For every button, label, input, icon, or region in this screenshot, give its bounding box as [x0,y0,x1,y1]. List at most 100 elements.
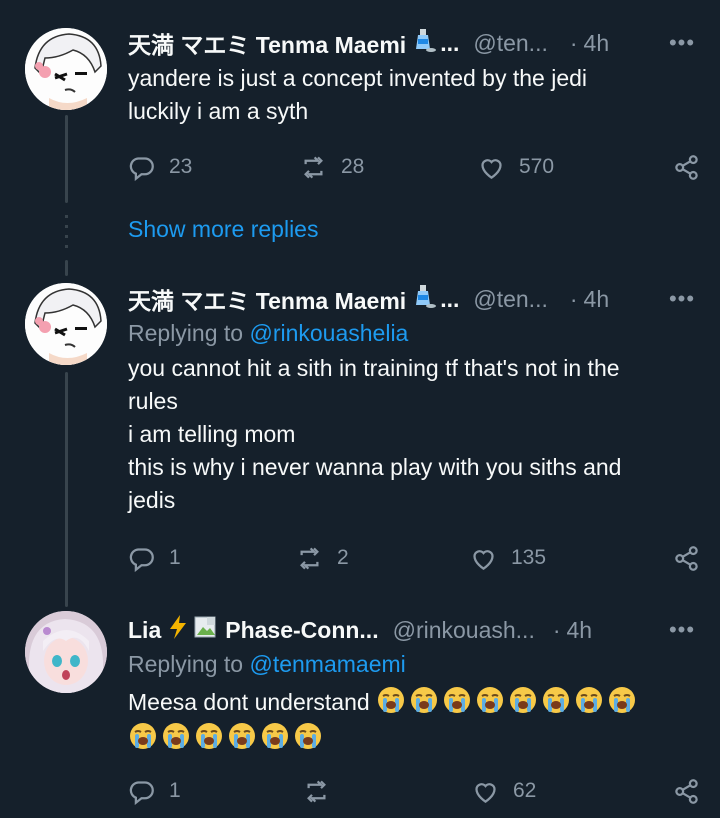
repost-count: 28 [341,155,365,178]
tweet-text-line: luckily i am a syth [128,98,309,124]
heart-icon [481,158,502,179]
timestamp[interactable]: 4h [584,286,610,313]
reply-count: 23 [169,155,193,178]
tweet-text-line: jedis [128,487,176,513]
share-icon [675,154,698,180]
thread-gap-dots [65,215,68,249]
reply-icon [129,547,154,572]
share-button[interactable] [673,149,700,185]
repost-button[interactable]: 2 [296,540,349,576]
timestamp[interactable]: 4h [584,30,610,57]
heart-icon [473,549,494,570]
share-icon [675,778,698,804]
tweet[interactable]: Lia Phase-Conn... @rinkouash... · 4h •••… [128,613,700,755]
like-button[interactable]: 570 [478,149,554,185]
tweet-header: 天満 マエミ Tenma Maemi ... @ten... · 4h ••• [128,26,700,60]
tweet-header: 天満 マエミ Tenma Maemi ... @ten... · 4h ••• [128,282,700,316]
tweet[interactable]: 天満 マエミ Tenma Maemi ... @ten... · 4h ••• … [128,26,700,128]
repost-count: 2 [337,546,349,569]
reply-button[interactable]: 1 [128,773,181,809]
loudly-crying-face-icon [260,721,290,751]
tweet-text: Meesa dont understand [128,685,700,755]
repost-button[interactable] [303,773,344,809]
tweet-text-line: i am telling mom [128,421,296,447]
tweet-actions: 1 62 [128,773,700,809]
loudly-crying-face-icon [161,721,191,751]
loudly-crying-face-icon [442,685,472,715]
display-name[interactable]: 天満 マエミ Tenma Maemi [128,282,406,316]
separator-dot: · [552,616,561,643]
tweet-actions: 1 2 135 [128,540,700,576]
loudly-crying-face-icon [376,685,406,715]
loudly-crying-face-icon [607,685,637,715]
like-count: 135 [511,546,547,569]
replying-to-label: Replying to [128,320,250,346]
name-ellipsis: ... [440,29,460,56]
separator-dot: · [569,29,578,56]
reply-count: 1 [169,779,181,802]
emoji-row [128,721,700,755]
display-name-extra[interactable]: Phase-Conn... [225,617,378,644]
tweet-text-line: this is why i never wanna play with you … [128,454,622,480]
avatar[interactable] [25,283,107,365]
handle[interactable]: @ten... [473,30,548,57]
replying-to: Replying to @rinkouashelia [128,316,700,350]
loudly-crying-face-icon [475,685,505,715]
reply-icon [129,156,154,181]
replying-to-link[interactable]: @rinkouashelia [249,320,408,346]
emoji-row [376,687,640,715]
like-button[interactable]: 62 [472,773,536,809]
thread-line-top [65,115,68,203]
tweet-text-line: yandere is just a concept invented by th… [128,65,588,91]
sake-bottle-icon [412,283,437,315]
repost-icon [307,780,326,802]
avatar[interactable] [25,611,107,693]
loudly-crying-face-icon [409,685,439,715]
avatar[interactable] [25,28,107,110]
share-icon [675,545,698,571]
separator-dot: · [569,285,578,312]
heart-icon [475,782,496,803]
more-options-button[interactable]: ••• [664,30,700,56]
more-options-button[interactable]: ••• [664,286,700,312]
reply-button[interactable]: 23 [128,149,192,185]
repost-icon [300,547,319,569]
like-count: 570 [519,155,555,178]
reply-button[interactable]: 1 [128,540,181,576]
loudly-crying-face-icon [128,721,158,751]
more-options-button[interactable]: ••• [664,617,700,643]
share-button[interactable] [673,540,700,576]
tweet-actions: 23 28 570 [128,149,700,185]
broken-image-icon [193,614,219,646]
repost-icon [304,156,323,178]
handle[interactable]: @ten... [473,286,548,313]
loudly-crying-face-icon [541,685,571,715]
loudly-crying-face-icon [194,721,224,751]
repost-button[interactable]: 28 [300,149,364,185]
replying-to-link[interactable]: @tenmamaemi [249,651,405,677]
loudly-crying-face-icon [293,721,323,751]
show-more-replies-link[interactable]: Show more replies [128,216,318,243]
handle[interactable]: @rinkouash... [393,617,535,644]
reply-icon [129,780,154,805]
replying-to: Replying to @tenmamaemi [128,647,700,681]
like-count: 62 [513,779,537,802]
replying-to-label: Replying to [128,651,250,677]
loudly-crying-face-icon [574,685,604,715]
display-name[interactable]: Lia [128,617,161,644]
tweet-text-line: Meesa dont understand [128,689,370,715]
display-name[interactable]: 天満 マエミ Tenma Maemi [128,26,406,60]
tweet[interactable]: 天満 マエミ Tenma Maemi ... @ten... · 4h ••• … [128,282,700,517]
tweet-text: yandere is just a concept invented by th… [128,62,700,128]
like-button[interactable]: 135 [470,540,546,576]
loudly-crying-face-icon [508,685,538,715]
tweet-text-line: you cannot hit a sith in training tf tha… [128,355,620,381]
tweet-text: you cannot hit a sith in training tf tha… [128,352,700,517]
timestamp[interactable]: 4h [567,617,593,644]
share-button[interactable] [673,773,700,809]
loudly-crying-face-icon [227,721,257,751]
lightning-icon [167,614,189,646]
tweet-text-line: rules [128,388,178,414]
thread-line-top-2 [65,260,68,276]
tweet-header: Lia Phase-Conn... @rinkouash... · 4h ••• [128,613,700,647]
